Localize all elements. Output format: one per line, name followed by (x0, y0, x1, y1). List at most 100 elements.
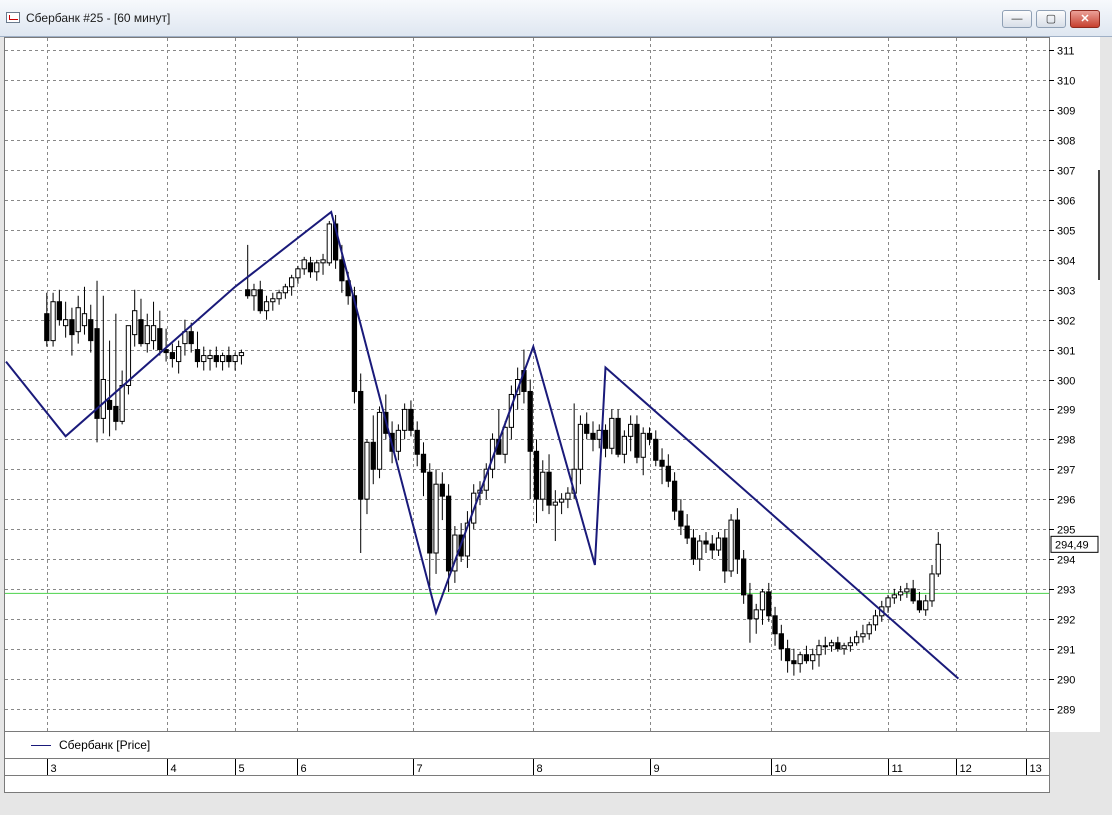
candle-body (69, 319, 75, 336)
y-tick-label: 292 (1057, 615, 1075, 627)
y-tick-label: 299 (1057, 405, 1075, 417)
candle-body (697, 540, 703, 560)
candle-body (282, 286, 289, 294)
candle-body (402, 408, 408, 431)
x-tick-label: 4 (171, 763, 177, 775)
candle-body (395, 429, 402, 452)
candle-body (690, 537, 697, 560)
candle-body (307, 262, 314, 273)
candle-body (207, 355, 213, 360)
candle-body (263, 301, 270, 312)
candle-body (408, 408, 414, 431)
candle-body (257, 289, 263, 312)
y-tick-label: 303 (1057, 286, 1075, 298)
candle-body (741, 558, 747, 596)
candle-body (753, 609, 759, 620)
candle-body (370, 441, 376, 470)
candle-body (810, 654, 816, 662)
x-tick-label: 3 (51, 763, 57, 775)
y-tick-label: 296 (1057, 495, 1075, 507)
candle-body (584, 423, 590, 434)
candle-body (709, 543, 715, 551)
candle-body (860, 633, 866, 638)
candle-body (621, 435, 628, 455)
y-tick-label: 298 (1057, 435, 1075, 447)
candle-body (358, 390, 364, 500)
candle-body (433, 483, 439, 554)
candle-body (320, 259, 326, 264)
candle-body (125, 325, 132, 386)
candle-body (929, 573, 935, 602)
candle-body (640, 432, 646, 458)
y-tick-label: 293 (1057, 585, 1075, 597)
candle-body (847, 642, 854, 647)
candle-body (828, 642, 835, 647)
candle-body (56, 301, 63, 321)
y-tick-label: 289 (1057, 705, 1075, 717)
x-tick-label: 12 (960, 763, 972, 775)
candle-body (100, 379, 106, 419)
candle-body (414, 429, 420, 455)
candle-body (194, 349, 201, 363)
candle-body (427, 471, 433, 554)
candle-body (157, 328, 163, 351)
candle-body (50, 301, 56, 342)
candle-body (722, 537, 728, 572)
candle-body (803, 654, 810, 662)
candle-body (502, 426, 508, 455)
candle-body (577, 423, 584, 470)
candle-body (854, 636, 860, 644)
candle-body (270, 298, 276, 303)
candle-body (339, 259, 345, 282)
candle-body (326, 223, 332, 264)
candle-body (94, 328, 100, 419)
candle-body (615, 417, 621, 455)
last-price-label: 294,49 (1055, 539, 1089, 551)
candle-body (671, 480, 678, 512)
y-tick-label: 307 (1057, 166, 1075, 178)
y-tick-label: 305 (1057, 226, 1075, 238)
candle-body (609, 417, 615, 449)
candle-body (910, 588, 916, 602)
candle-body (63, 319, 69, 327)
candle-body (201, 355, 207, 363)
candle-body (923, 600, 929, 611)
y-tick-label: 297 (1057, 465, 1075, 477)
candle-body (138, 319, 144, 345)
candle-body (897, 591, 904, 596)
candle-body (772, 615, 778, 635)
candle-body (219, 355, 226, 363)
y-tick-label: 295 (1057, 525, 1075, 537)
candle-body (88, 319, 94, 342)
candle-body (816, 645, 822, 656)
candle-body (213, 355, 219, 363)
candle-body (132, 310, 138, 336)
x-tick-label: 9 (654, 763, 660, 775)
candle-body (628, 423, 634, 437)
candle-body (144, 325, 150, 345)
candle-body (653, 438, 659, 461)
candle-body (558, 498, 565, 503)
candle-body (822, 645, 828, 648)
candle-body (276, 292, 282, 300)
candle-body (552, 501, 558, 506)
x-tick-label: 13 (1030, 763, 1042, 775)
y-tick-label: 300 (1057, 376, 1075, 388)
y-tick-label: 306 (1057, 196, 1075, 208)
candle-body (835, 642, 841, 650)
candle-body (295, 268, 301, 279)
candle-body (251, 289, 257, 297)
x-tick-label: 10 (775, 763, 787, 775)
candle-body (226, 355, 232, 363)
candle-body (176, 346, 182, 363)
candle-body (678, 510, 684, 527)
candle-body (150, 325, 157, 342)
y-tick-label: 304 (1057, 256, 1075, 268)
candle-body (784, 648, 791, 662)
candle-body (766, 591, 772, 617)
candle-body (439, 483, 445, 497)
candle-body (866, 624, 872, 635)
candle-body (703, 540, 709, 545)
candle-body (590, 432, 596, 440)
candle-body (314, 262, 320, 273)
